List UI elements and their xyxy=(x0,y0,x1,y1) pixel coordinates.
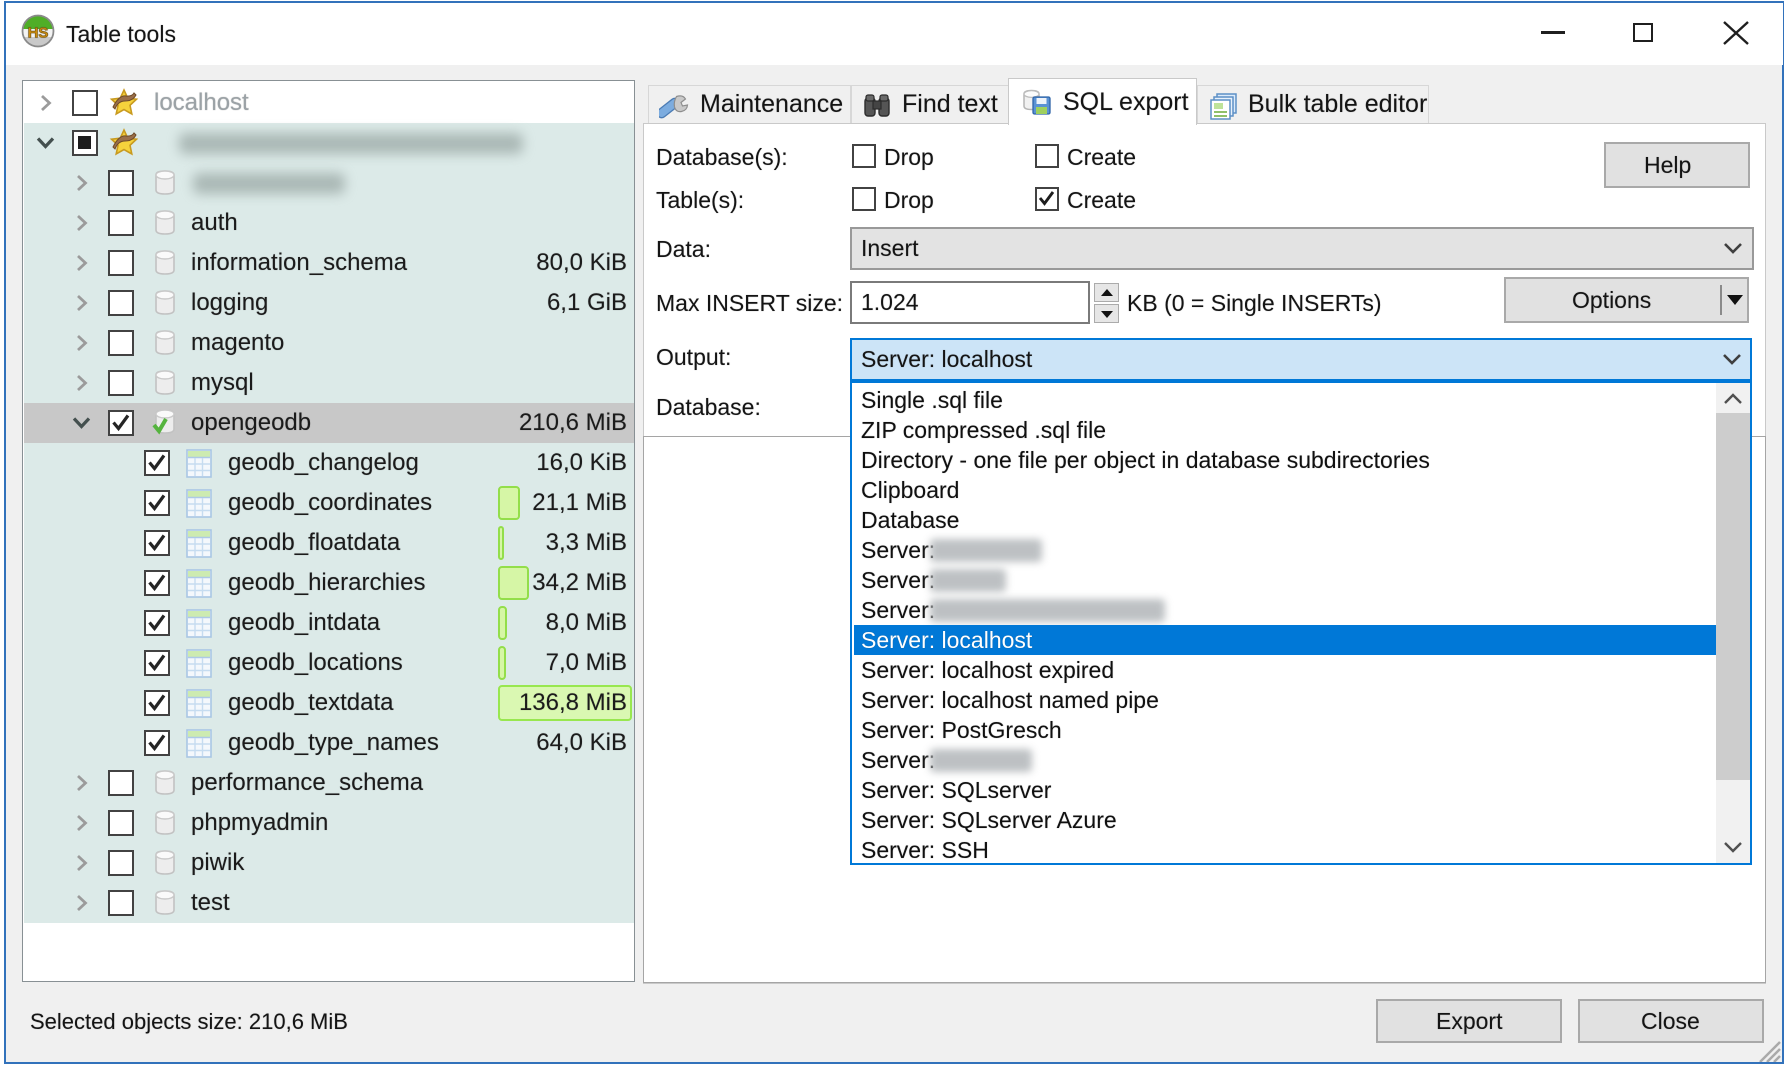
svg-text:HS: HS xyxy=(28,25,49,42)
